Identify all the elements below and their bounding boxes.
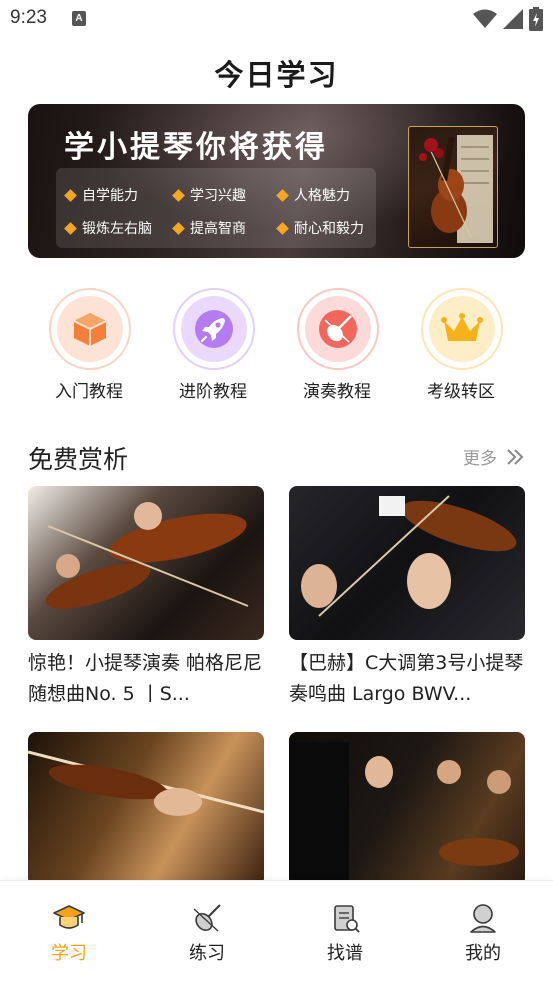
category-label: 考级转区 bbox=[427, 382, 495, 402]
video-thumbnail bbox=[28, 486, 264, 640]
video-card[interactable]: 【巴赫】C大调第3号小提琴奏鸣曲 Largo BWV... bbox=[289, 486, 525, 710]
video-card[interactable]: 惊艳！小提琴演奏 帕格尼尼随想曲No. 5 丨S... bbox=[28, 486, 264, 710]
section-title: 免费赏析 bbox=[28, 445, 129, 474]
diamond-bullet-icon bbox=[64, 221, 77, 235]
more-link[interactable]: 更多 bbox=[463, 444, 525, 469]
category-icon-bg bbox=[305, 296, 371, 362]
benefit-label: 学习兴趣 bbox=[190, 188, 246, 204]
rocket-icon bbox=[195, 310, 233, 348]
tab-label: 学习 bbox=[51, 943, 87, 964]
category-performance[interactable]: 演奏教程 bbox=[287, 288, 387, 402]
category-label: 进阶教程 bbox=[179, 382, 247, 402]
tab-practice[interactable]: 练习 bbox=[162, 901, 252, 971]
benefit-item: 人格魅力 bbox=[276, 185, 350, 205]
tab-study[interactable]: 学习 bbox=[24, 901, 114, 971]
video-title: 惊艳！小提琴演奏 帕格尼尼随想曲No. 5 丨S... bbox=[28, 652, 263, 705]
benefit-item: 提高智商 bbox=[172, 218, 246, 238]
video-thumbnail bbox=[289, 732, 525, 886]
banner-title: 学小提琴你将获得 bbox=[64, 130, 328, 165]
cube-icon bbox=[73, 313, 107, 346]
violin-icon bbox=[319, 310, 357, 348]
diamond-bullet-icon bbox=[172, 188, 185, 202]
benefit-item: 学习兴趣 bbox=[172, 185, 246, 205]
category-ring bbox=[173, 288, 255, 370]
category-beginner[interactable]: 入门教程 bbox=[39, 288, 139, 402]
category-exam[interactable]: 考级转区 bbox=[411, 288, 511, 402]
category-label: 入门教程 bbox=[55, 382, 123, 402]
benefit-label: 自学能力 bbox=[82, 188, 138, 204]
sheet-music-icon bbox=[334, 905, 360, 933]
bottom-tab-bar: 学习 练习 找谱 我的 bbox=[0, 880, 553, 983]
category-ring bbox=[297, 288, 379, 370]
category-icon-bg bbox=[429, 296, 495, 362]
benefit-item: 耐心和毅力 bbox=[276, 218, 364, 238]
battery-icon bbox=[529, 7, 543, 31]
violin-picture bbox=[408, 126, 498, 248]
signal-icon bbox=[503, 9, 523, 29]
diamond-bullet-icon bbox=[64, 188, 77, 202]
category-ring bbox=[421, 288, 503, 370]
tab-mine[interactable]: 我的 bbox=[438, 901, 528, 971]
more-label: 更多 bbox=[463, 449, 497, 469]
notification-icon: A bbox=[72, 11, 86, 26]
benefit-item: 锻炼左右脑 bbox=[64, 218, 152, 238]
status-icons bbox=[473, 7, 543, 31]
video-title: 【巴赫】C大调第3号小提琴奏鸣曲 Largo BWV... bbox=[289, 652, 524, 705]
category-icon-bg bbox=[181, 296, 247, 362]
page-title: 今日学习 bbox=[214, 58, 339, 92]
status-time: 9:23 bbox=[10, 7, 47, 28]
benefit-label: 锻炼左右脑 bbox=[82, 221, 152, 237]
tab-label: 我的 bbox=[465, 943, 501, 964]
category-advanced[interactable]: 进阶教程 bbox=[163, 288, 263, 402]
video-thumbnail bbox=[28, 732, 264, 886]
status-bar: 9:23 A bbox=[0, 0, 553, 38]
category-ring bbox=[49, 288, 131, 370]
category-label: 演奏教程 bbox=[303, 382, 371, 402]
tab-label: 找谱 bbox=[327, 943, 363, 964]
diamond-bullet-icon bbox=[172, 221, 185, 235]
tab-label: 练习 bbox=[189, 943, 225, 964]
violin-icon bbox=[193, 904, 221, 932]
category-icon-bg bbox=[57, 296, 123, 362]
benefit-label: 提高智商 bbox=[190, 221, 246, 237]
diamond-bullet-icon bbox=[276, 188, 289, 202]
benefit-label: 人格魅力 bbox=[294, 188, 350, 204]
benefit-label: 耐心和毅力 bbox=[294, 221, 364, 237]
tab-find-sheet[interactable]: 找谱 bbox=[300, 901, 390, 971]
double-chevron-right-icon bbox=[507, 448, 524, 465]
category-shortcuts: 入门教程 进阶教程 演奏教程 考级转区 bbox=[28, 288, 525, 402]
user-icon bbox=[470, 904, 496, 933]
promo-banner[interactable]: 学小提琴你将获得 自学能力 学习兴趣 人格魅力 锻炼左右脑 提高智商 耐心和毅力 bbox=[28, 104, 525, 258]
crown-icon bbox=[441, 313, 483, 341]
benefit-item: 自学能力 bbox=[64, 185, 138, 205]
video-thumbnail bbox=[289, 486, 525, 640]
graduation-cap-icon bbox=[53, 905, 85, 929]
wifi-icon bbox=[473, 9, 497, 28]
diamond-bullet-icon bbox=[276, 221, 289, 235]
